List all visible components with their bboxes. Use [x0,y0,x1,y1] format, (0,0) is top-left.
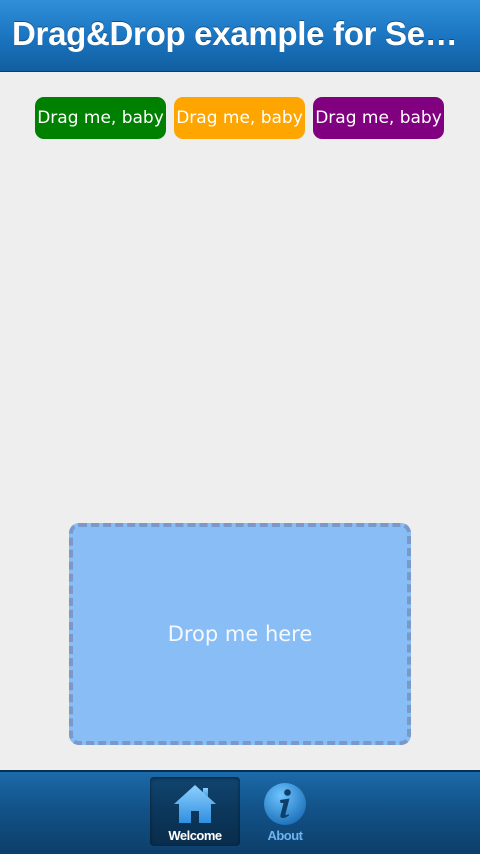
draggable-purple[interactable]: Drag me, baby [313,97,444,139]
draggable-label: Drag me, baby [315,108,442,128]
tab-bar: Welcome About [0,770,480,854]
draggable-label: Drag me, baby [176,108,303,128]
tab-label: Welcome [168,828,222,843]
info-icon [262,781,308,827]
draggable-orange[interactable]: Drag me, baby [174,97,305,139]
tab-label: About [267,828,303,843]
title-bar: Drag&Drop example for Sencha Touch [0,0,480,72]
tab-about[interactable]: About [240,777,330,846]
drop-zone-label: Drop me here [167,622,313,646]
draggable-row: Drag me, baby Drag me, baby Drag me, bab… [35,97,444,139]
draggable-green[interactable]: Drag me, baby [35,97,166,139]
draggable-label: Drag me, baby [37,108,164,128]
tab-welcome[interactable]: Welcome [150,777,240,846]
page-title: Drag&Drop example for Sencha Touch [12,14,468,52]
drop-zone[interactable]: Drop me here [69,523,411,745]
home-icon [172,781,218,827]
